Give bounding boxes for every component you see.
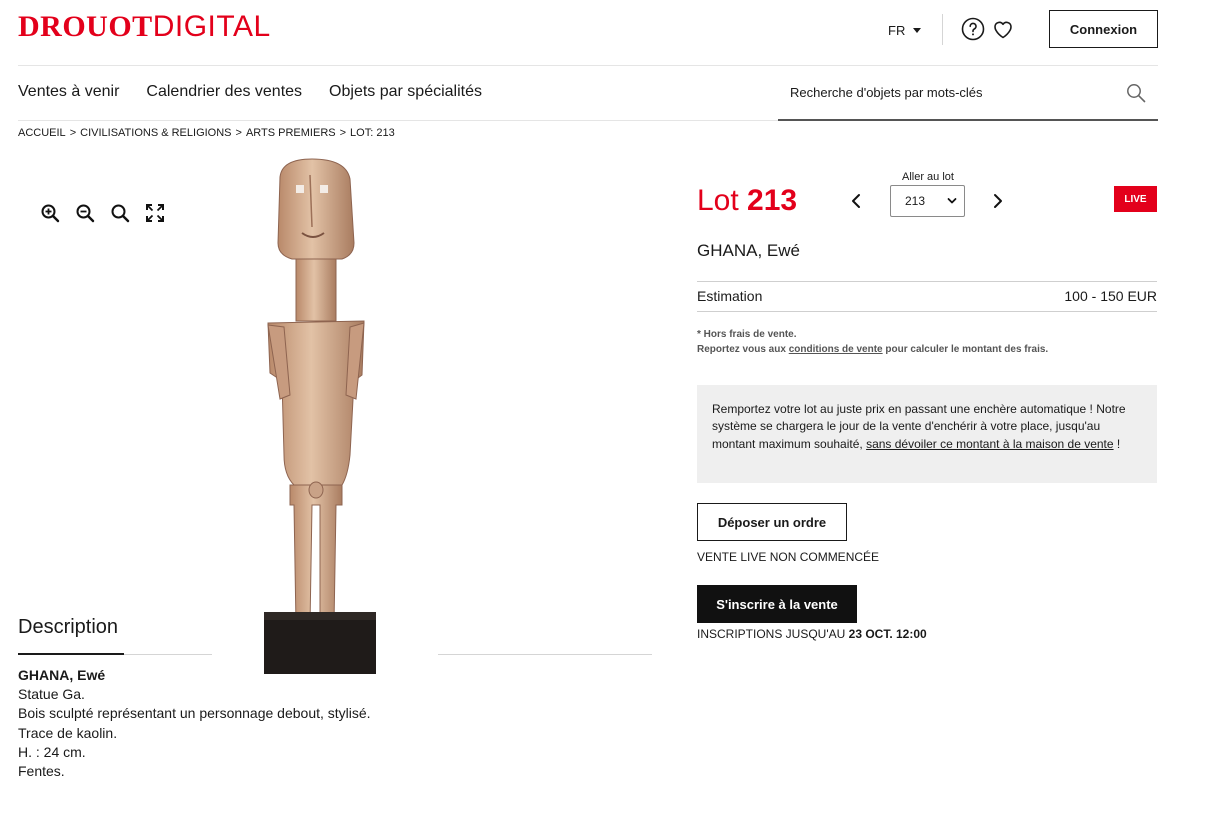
fullscreen-icon[interactable] bbox=[145, 203, 165, 223]
caret-down-icon bbox=[913, 28, 922, 33]
lot-subtitle: GHANA, Ewé bbox=[697, 241, 800, 260]
lot-select-value: 213 bbox=[905, 194, 926, 208]
nav-item-objects-by-specialty[interactable]: Objets par spécialités bbox=[329, 83, 482, 101]
heart-icon[interactable] bbox=[991, 17, 1015, 41]
zoom-in-icon[interactable] bbox=[40, 203, 60, 223]
fees-line: * Hors frais de vente. bbox=[697, 329, 797, 340]
breadcrumb-home[interactable]: ACCUEIL bbox=[18, 127, 66, 139]
registration-deadline: INSCRIPTIONS JUSQU'AU 23 OCT. 12:00 bbox=[697, 627, 927, 641]
lot-image-statue[interactable] bbox=[250, 155, 438, 680]
chevron-right-icon[interactable] bbox=[988, 191, 1008, 211]
chevron-down-icon bbox=[947, 198, 957, 204]
description-line: Bois sculpté représentant un personnage … bbox=[18, 705, 371, 722]
estimation-divider bbox=[697, 281, 1157, 282]
site-logo[interactable]: DROUOT DIGITAL bbox=[18, 12, 271, 42]
description-heading: GHANA, Ewé bbox=[18, 667, 106, 683]
header-divider bbox=[942, 14, 943, 45]
login-button[interactable]: Connexion bbox=[1049, 10, 1158, 48]
breadcrumb-separator: > bbox=[235, 127, 242, 139]
estimation-value: 100 - 150 EUR bbox=[1064, 288, 1157, 304]
fees-notice: * Hors frais de vente. Reportez vous aux… bbox=[697, 328, 1048, 357]
main-nav: Ventes à venir Calendrier des ventes Obj… bbox=[18, 83, 482, 101]
zoom-reset-icon[interactable] bbox=[110, 203, 130, 223]
breadcrumb-separator: > bbox=[69, 127, 77, 139]
live-sale-status: VENTE LIVE NON COMMENCÉE bbox=[697, 550, 880, 564]
auto-bid-info-box: Remportez votre lot au juste prix en pas… bbox=[697, 385, 1157, 483]
breadcrumb: ACCUEIL > CIVILISATIONS & RELIGIONS > AR… bbox=[18, 127, 395, 139]
breadcrumb-civilisations[interactable]: CIVILISATIONS & RELIGIONS bbox=[80, 127, 231, 139]
chevron-left-icon[interactable] bbox=[846, 191, 866, 211]
language-label: FR bbox=[888, 23, 906, 38]
place-order-button[interactable]: Déposer un ordre bbox=[697, 503, 847, 541]
description-title: Description bbox=[18, 616, 119, 638]
auto-bid-text-end: ! bbox=[1113, 436, 1121, 451]
language-selector[interactable]: FR bbox=[888, 23, 922, 38]
description-line: H. : 24 cm. bbox=[18, 743, 86, 760]
breadcrumb-current-lot: LOT: 213 bbox=[350, 127, 395, 139]
register-sale-button[interactable]: S'inscrire à la vente bbox=[697, 585, 857, 623]
description-underline bbox=[18, 653, 124, 655]
nav-item-sales-calendar[interactable]: Calendrier des ventes bbox=[146, 83, 302, 101]
live-badge: LIVE bbox=[1114, 186, 1157, 212]
logo-text-digital: DIGITAL bbox=[152, 10, 271, 43]
logo-text-drouot: DROUOT bbox=[18, 10, 153, 43]
estimation-label: Estimation bbox=[697, 288, 763, 304]
description-divider bbox=[438, 654, 652, 655]
zoom-out-icon[interactable] bbox=[75, 203, 95, 223]
description-line: Statue Ga. bbox=[18, 686, 85, 703]
lot-select-dropdown[interactable]: 213 bbox=[890, 185, 965, 217]
lot-prefix: Lot bbox=[697, 184, 748, 217]
search-input[interactable] bbox=[778, 85, 1118, 100]
auto-bid-link[interactable]: sans dévoiler ce montant à la maison de … bbox=[866, 437, 1113, 451]
nav-divider-line bbox=[18, 120, 778, 121]
sale-conditions-link[interactable]: conditions de vente bbox=[789, 344, 883, 355]
help-icon[interactable] bbox=[961, 17, 985, 41]
fees-text: Reportez vous aux bbox=[697, 343, 789, 355]
lot-title: Lot 213 bbox=[697, 184, 797, 218]
goto-lot-label: Aller au lot bbox=[902, 171, 954, 183]
deadline-prefix: INSCRIPTIONS JUSQU'AU bbox=[697, 627, 849, 641]
breadcrumb-separator: > bbox=[339, 127, 347, 139]
breadcrumb-arts-premiers[interactable]: ARTS PREMIERS bbox=[246, 127, 336, 139]
fees-line: Reportez vous aux conditions de vente po… bbox=[697, 343, 1048, 358]
lot-number: 213 bbox=[747, 184, 798, 217]
description-line: Fentes. bbox=[18, 763, 65, 780]
search-icon[interactable] bbox=[1126, 83, 1146, 103]
image-zoom-toolbar bbox=[40, 203, 165, 223]
estimation-divider bbox=[697, 311, 1157, 312]
nav-item-upcoming-sales[interactable]: Ventes à venir bbox=[18, 83, 119, 101]
description-line: Trace de kaolin. bbox=[18, 724, 118, 741]
description-divider bbox=[124, 654, 212, 655]
search-bar bbox=[778, 66, 1158, 121]
deadline-value: 23 OCT. 12:00 bbox=[848, 627, 927, 641]
description-body: GHANA, Ewé Statue Ga. Bois sculpté repré… bbox=[18, 666, 371, 781]
fees-text: pour calculer le montant des frais. bbox=[882, 343, 1049, 355]
